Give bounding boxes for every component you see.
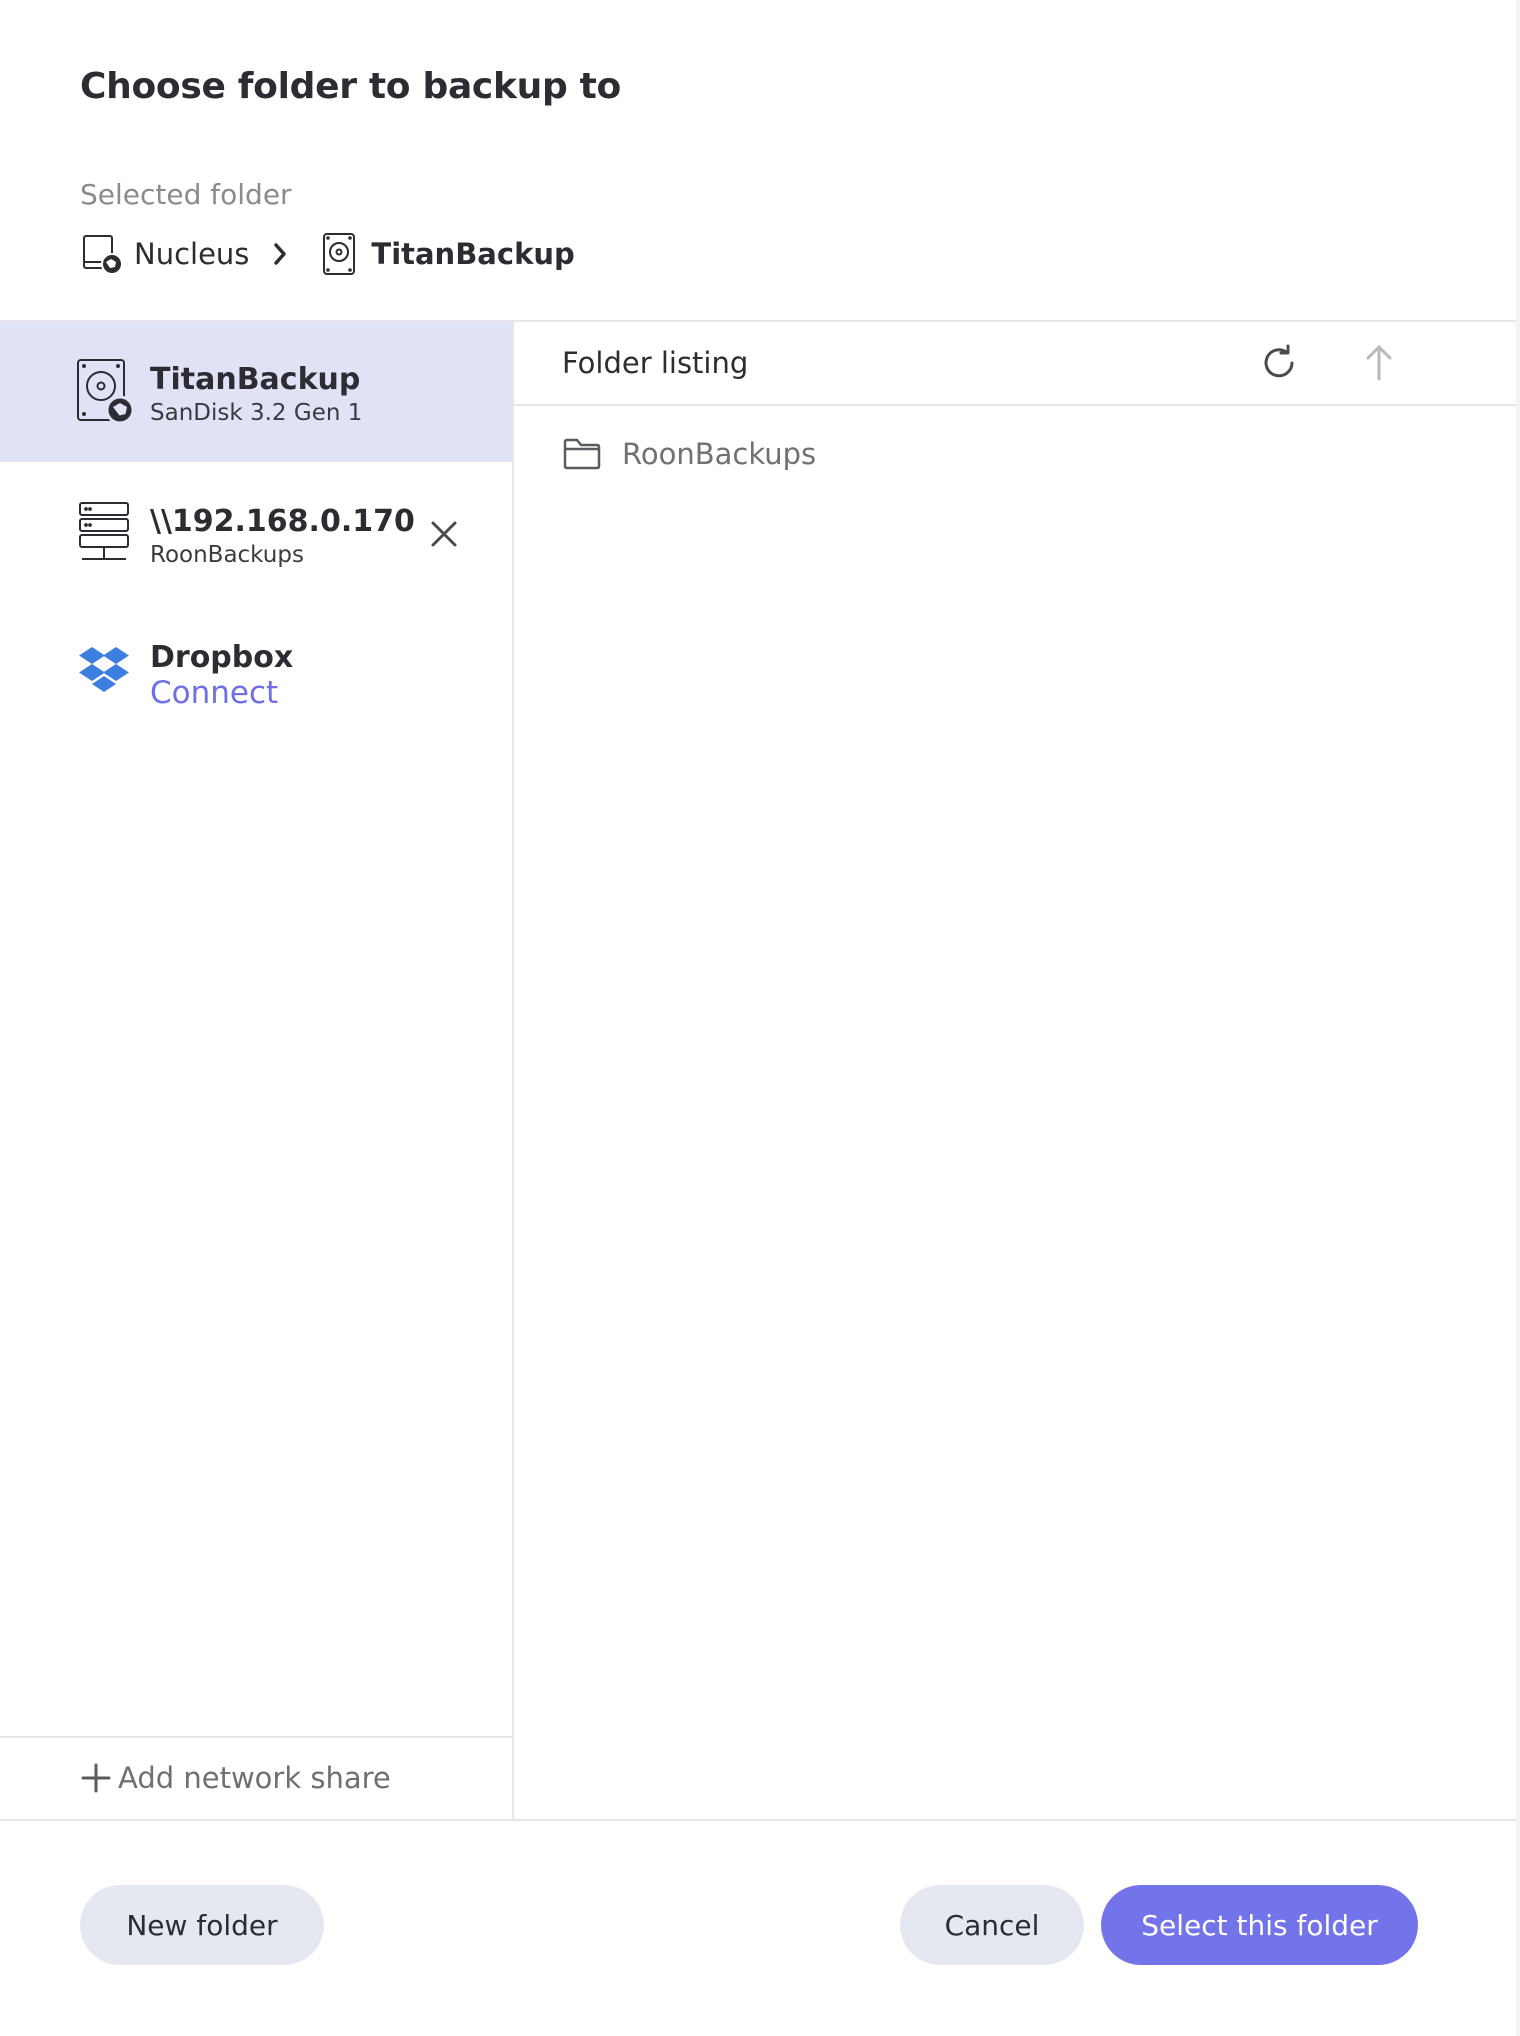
- location-item-titanbackup[interactable]: TitanBackup SanDisk 3.2 Gen 1: [0, 322, 512, 462]
- network-server-icon: [74, 500, 134, 564]
- arrow-up-icon: [1366, 345, 1392, 381]
- location-subtitle: SanDisk 3.2 Gen 1: [150, 400, 363, 426]
- add-network-share-label: Add network share: [118, 1761, 391, 1795]
- dialog-title: Choose folder to backup to: [80, 66, 621, 107]
- nucleus-device-icon: [80, 232, 124, 276]
- folder-listing-title: Folder listing: [562, 346, 749, 380]
- location-subtitle: RoonBackups: [150, 542, 304, 568]
- parent-folder-button[interactable]: [1356, 340, 1402, 386]
- dropbox-connect-link[interactable]: Connect: [150, 675, 278, 711]
- folder-name: RoonBackups: [622, 437, 817, 471]
- close-icon: [431, 521, 457, 547]
- cancel-button[interactable]: Cancel: [900, 1885, 1084, 1965]
- breadcrumb-nucleus[interactable]: Nucleus: [134, 237, 249, 271]
- folder-icon: [562, 434, 602, 474]
- breadcrumb-titanbackup[interactable]: TitanBackup: [371, 237, 574, 271]
- chevron-right-icon: [265, 239, 295, 269]
- breadcrumb: Nucleus TitanBackup: [80, 228, 575, 280]
- remove-share-button[interactable]: [424, 514, 464, 554]
- refresh-button[interactable]: [1256, 340, 1302, 386]
- location-name: Dropbox: [150, 640, 294, 675]
- hard-drive-icon: [317, 232, 361, 276]
- divider: [0, 1736, 512, 1738]
- new-folder-button[interactable]: New folder: [80, 1885, 324, 1965]
- location-item-dropbox[interactable]: Dropbox Connect: [0, 604, 512, 744]
- plus-icon: [81, 1763, 111, 1793]
- locations-sidebar: TitanBackup SanDisk 3.2 Gen 1 \\192.168.…: [0, 322, 512, 1819]
- add-network-share-button[interactable]: Add network share: [80, 1754, 391, 1802]
- divider: [512, 322, 514, 1820]
- location-name: TitanBackup: [150, 362, 361, 397]
- select-folder-button[interactable]: Select this folder: [1101, 1885, 1418, 1965]
- selected-folder-label: Selected folder: [80, 178, 292, 211]
- folder-listing-header: Folder listing: [514, 322, 1516, 406]
- location-item-network-share[interactable]: \\192.168.0.170 RoonBackups: [0, 464, 512, 604]
- divider: [0, 1819, 1516, 1821]
- location-name: \\192.168.0.170: [150, 504, 415, 539]
- folder-chooser-dialog: Choose folder to backup to Selected fold…: [0, 0, 1516, 2036]
- folder-item[interactable]: RoonBackups: [514, 426, 1516, 482]
- background-edge: [1516, 0, 1520, 2036]
- refresh-icon: [1264, 344, 1294, 378]
- dropbox-icon: [74, 639, 134, 703]
- usb-drive-icon: [74, 359, 134, 424]
